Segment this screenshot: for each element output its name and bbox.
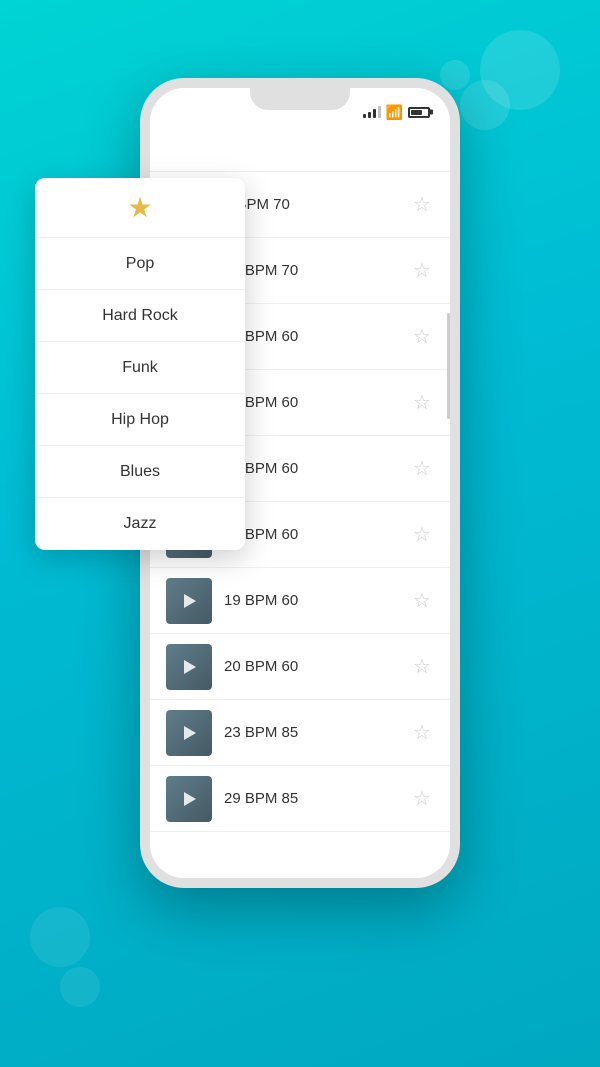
track-thumbnail: [166, 710, 212, 756]
track-thumbnail: [166, 644, 212, 690]
favorite-button[interactable]: ☆: [410, 193, 434, 217]
favorite-button[interactable]: ☆: [410, 325, 434, 349]
star-empty-icon: ☆: [413, 723, 431, 743]
track-name: 1 BPM 70: [224, 196, 410, 213]
star-empty-icon: ☆: [413, 591, 431, 611]
favorite-button[interactable]: ☆: [410, 523, 434, 547]
favorite-button[interactable]: ☆: [410, 259, 434, 283]
dropdown-genre-item[interactable]: Funk: [35, 342, 245, 394]
star-empty-icon: ☆: [413, 393, 431, 413]
dropdown-genre-item[interactable]: Pop: [35, 238, 245, 290]
signal-icon: [363, 106, 381, 118]
track-thumbnail: [166, 578, 212, 624]
app-navbar: [150, 128, 450, 172]
favorite-button[interactable]: ☆: [410, 589, 434, 613]
play-icon: [184, 792, 196, 806]
favorite-button[interactable]: ☆: [410, 457, 434, 481]
track-name: 10 BPM 70: [224, 262, 410, 279]
star-empty-icon: ☆: [413, 195, 431, 215]
dropdown-genre-item[interactable]: Blues: [35, 446, 245, 498]
dropdown-genre-item[interactable]: Jazz: [35, 498, 245, 550]
deco-circle-5: [60, 967, 100, 1007]
track-item[interactable]: 29 BPM 85 ☆: [150, 766, 450, 832]
track-name: 13 BPM 60: [224, 394, 410, 411]
dropdown-genre-item[interactable]: Hard Rock: [35, 290, 245, 342]
favorite-button[interactable]: ☆: [410, 391, 434, 415]
track-name: 19 BPM 60: [224, 592, 410, 609]
battery-icon: [408, 107, 430, 118]
track-item[interactable]: 20 BPM 60 ☆: [150, 634, 450, 700]
deco-circle-4: [30, 907, 90, 967]
track-name: 29 BPM 85: [224, 790, 410, 807]
track-thumbnail: [166, 776, 212, 822]
star-empty-icon: ☆: [413, 459, 431, 479]
battery-fill: [411, 110, 422, 115]
dropdown-items-container: PopHard RockFunkHip HopBluesJazz: [35, 238, 245, 550]
track-item[interactable]: 19 BPM 60 ☆: [150, 568, 450, 634]
favorite-button[interactable]: ☆: [410, 787, 434, 811]
play-icon: [184, 594, 196, 608]
phone-container: 📶 1 BPM 70 ☆ 10 BPM 70: [130, 78, 470, 1067]
favorite-star-icon: ★: [127, 191, 152, 224]
play-icon: [184, 660, 196, 674]
star-empty-icon: ☆: [413, 525, 431, 545]
track-name: 20 BPM 60: [224, 658, 410, 675]
play-icon: [184, 726, 196, 740]
track-name: 14 BPM 60: [224, 460, 410, 477]
dropdown-star-row[interactable]: ★: [35, 178, 245, 238]
scroll-indicator: [447, 313, 450, 419]
wifi-icon: 📶: [386, 104, 403, 121]
star-empty-icon: ☆: [413, 789, 431, 809]
status-icons: 📶: [363, 104, 430, 121]
dropdown-genre-item[interactable]: Hip Hop: [35, 394, 245, 446]
phone-notch: [250, 88, 350, 110]
star-empty-icon: ☆: [413, 327, 431, 347]
track-name: 18 BPM 60: [224, 526, 410, 543]
favorite-button[interactable]: ☆: [410, 721, 434, 745]
star-empty-icon: ☆: [413, 657, 431, 677]
track-item[interactable]: 23 BPM 85 ☆: [150, 700, 450, 766]
favorite-button[interactable]: ☆: [410, 655, 434, 679]
dropdown-menu: ★ PopHard RockFunkHip HopBluesJazz: [35, 178, 245, 550]
track-name: 12 BPM 60: [224, 328, 410, 345]
track-name: 23 BPM 85: [224, 724, 410, 741]
star-empty-icon: ☆: [413, 261, 431, 281]
